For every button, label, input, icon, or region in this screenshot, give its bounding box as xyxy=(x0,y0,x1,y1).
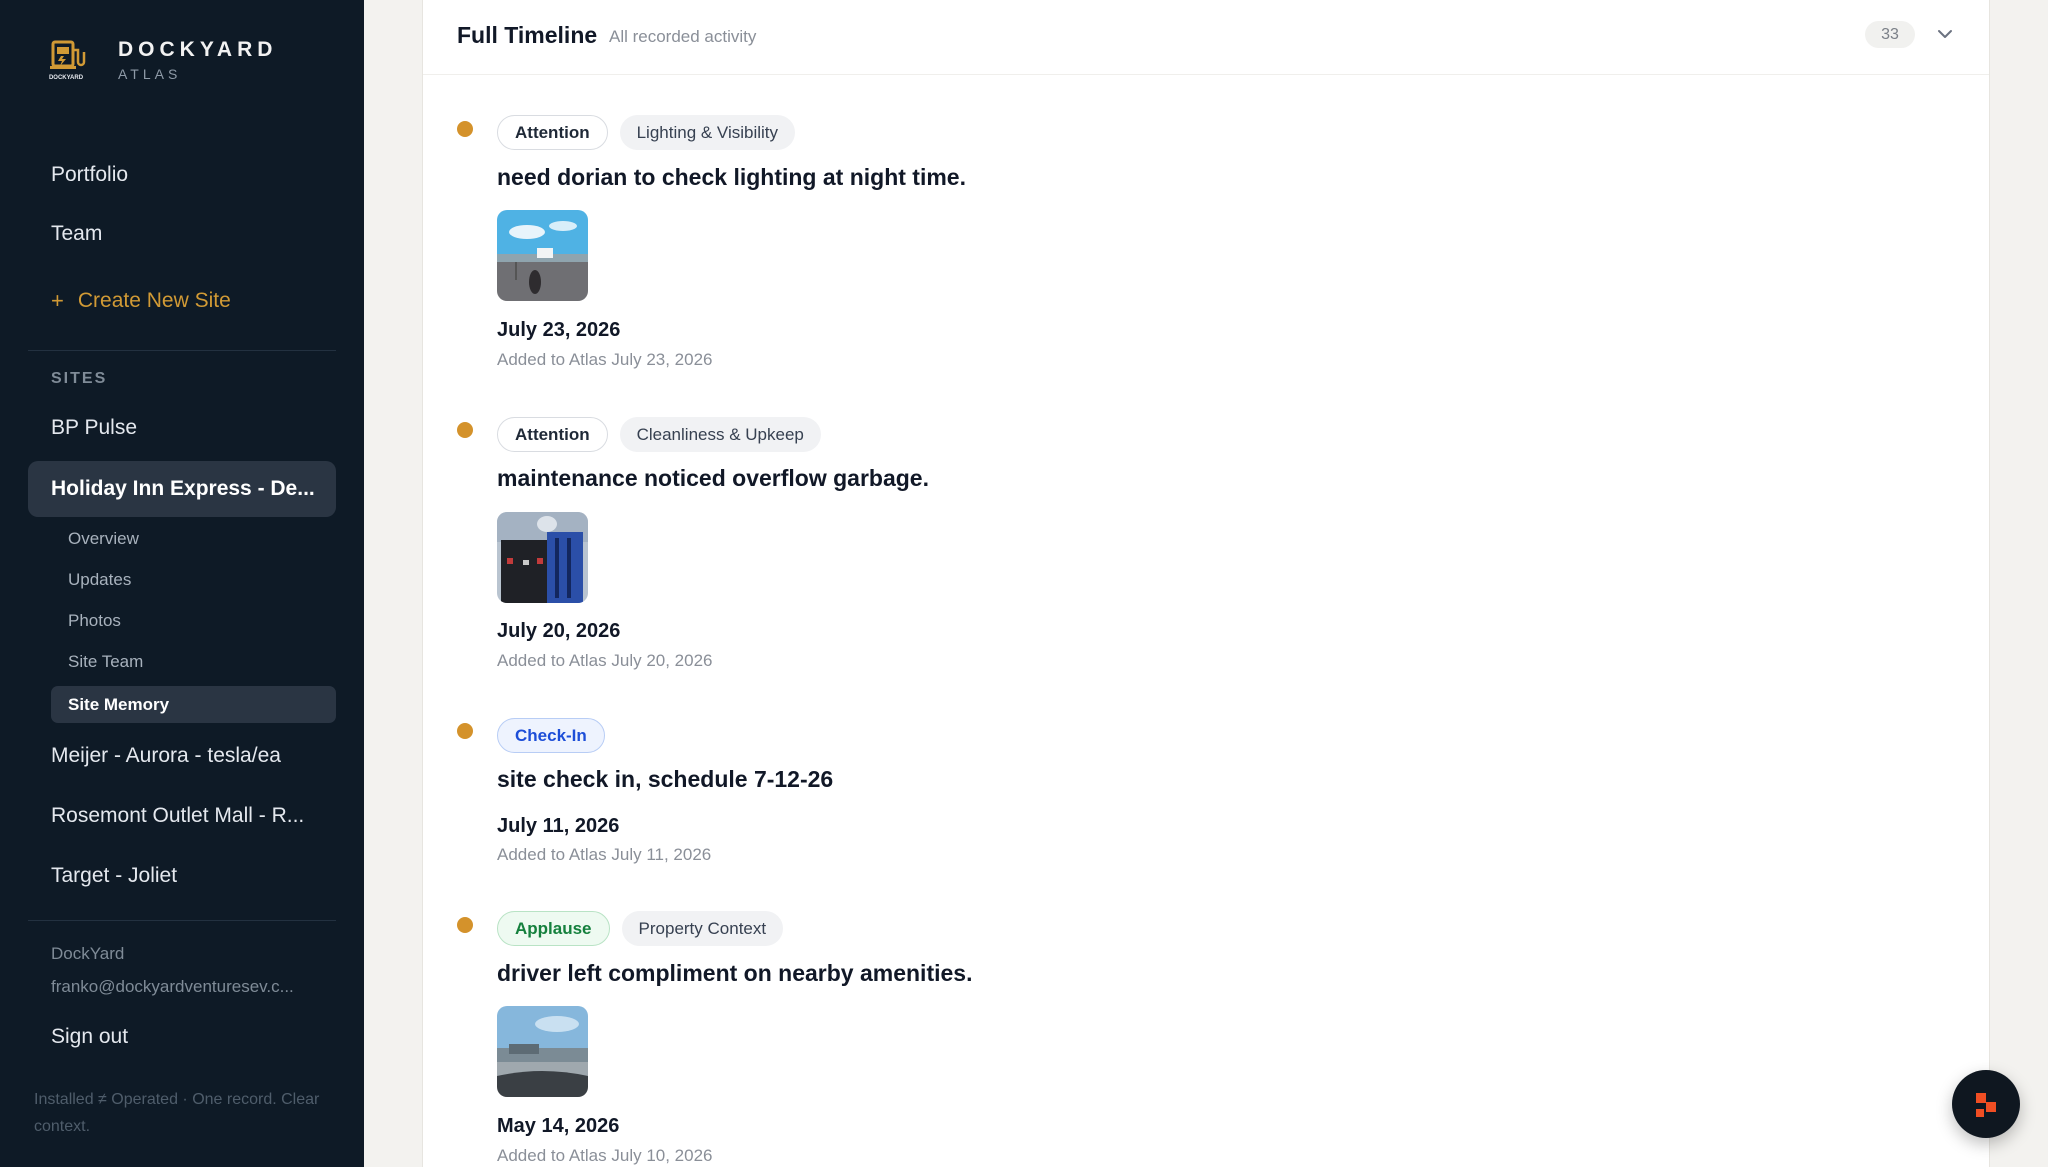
assistant-button[interactable] xyxy=(1952,1070,2020,1138)
dockyard-logo-icon: DOCKYARD xyxy=(44,38,88,82)
entry-added: Added to Atlas July 20, 2026 xyxy=(497,651,713,670)
windshield-view-photo[interactable] xyxy=(497,1006,588,1097)
subnav-overview[interactable]: Overview xyxy=(68,529,139,549)
sidebar-site-rosemont-outlet[interactable]: Rosemont Outlet Mall - R... xyxy=(51,804,304,828)
nav-team[interactable]: Team xyxy=(51,222,102,246)
sidebar: DOCKYARD DOCKYARD ATLAS Portfolio Team +… xyxy=(0,0,364,1167)
timeline-header[interactable]: Full Timeline All recorded activity 33 xyxy=(423,0,1989,75)
entry-title: need dorian to check lighting at night t… xyxy=(497,164,966,190)
category-tag: Property Context xyxy=(621,911,784,946)
sidebar-site-holiday-inn-express[interactable]: Holiday Inn Express - De... xyxy=(28,461,336,517)
status-dot xyxy=(457,121,473,137)
entry-date: July 20, 2026 xyxy=(497,620,621,642)
status-badge: Applause xyxy=(497,911,610,946)
subnav-updates[interactable]: Updates xyxy=(68,570,131,590)
category-tag: Lighting & Visibility xyxy=(619,115,796,150)
status-badge: Attention xyxy=(497,417,608,452)
entry-added: Added to Atlas July 11, 2026 xyxy=(497,845,712,864)
subnav-site-memory[interactable]: Site Memory xyxy=(51,686,336,723)
divider xyxy=(28,350,336,351)
subnav-site-team[interactable]: Site Team xyxy=(68,652,143,672)
sidebar-site-target-joliet[interactable]: Target - Joliet xyxy=(51,864,177,888)
parking-lot-photo[interactable] xyxy=(497,210,588,301)
entry-added: Added to Atlas July 23, 2026 xyxy=(497,350,713,369)
panel-subtitle: All recorded activity xyxy=(609,27,757,46)
brand-subtitle: ATLAS xyxy=(118,66,182,82)
entry-added: Added to Atlas July 10, 2026 xyxy=(497,1146,713,1165)
tagline: Installed ≠ Operated · One record. Clear… xyxy=(34,1091,320,1135)
entry-date: July 23, 2026 xyxy=(497,319,621,341)
plus-icon: + xyxy=(51,288,64,313)
status-badge: Attention xyxy=(497,115,608,150)
entry-date: July 11, 2026 xyxy=(497,815,620,837)
subnav-photos[interactable]: Photos xyxy=(68,611,121,631)
account-name: DockYard xyxy=(51,944,125,963)
chevron-down-icon[interactable] xyxy=(1935,24,1955,44)
entry-title: driver left compliment on nearby ameniti… xyxy=(497,960,973,986)
divider xyxy=(28,920,336,921)
nav-portfolio[interactable]: Portfolio xyxy=(51,163,128,187)
brand[interactable]: DOCKYARD DOCKYARD ATLAS xyxy=(44,38,277,82)
status-dot xyxy=(457,422,473,438)
panel-title: Full Timeline xyxy=(457,22,598,48)
create-new-site-button[interactable]: + Create New Site xyxy=(51,288,231,314)
status-badge: Check-In xyxy=(497,718,605,753)
entry-title: maintenance noticed overflow garbage. xyxy=(497,465,929,491)
status-dot xyxy=(457,917,473,933)
sites-section-label: SITES xyxy=(51,370,108,387)
timeline-panel: Full Timeline All recorded activity 33 A… xyxy=(422,0,1990,1167)
trash-bin-photo[interactable] xyxy=(497,512,588,603)
assistant-logo-icon xyxy=(1976,1093,1996,1117)
brand-name: DOCKYARD xyxy=(118,38,278,61)
account-email: franko@dockyardventuresev.c... xyxy=(51,977,294,996)
create-new-site-label: Create New Site xyxy=(77,289,231,312)
status-dot xyxy=(457,723,473,739)
sidebar-site-bp-pulse[interactable]: BP Pulse xyxy=(51,416,137,440)
svg-text:DOCKYARD: DOCKYARD xyxy=(49,75,84,81)
sign-out-button[interactable]: Sign out xyxy=(51,1025,128,1049)
count-badge: 33 xyxy=(1865,21,1915,48)
entry-title: site check in, schedule 7-12-26 xyxy=(497,766,834,792)
category-tag: Cleanliness & Upkeep xyxy=(619,417,821,452)
entry-date: May 14, 2026 xyxy=(497,1115,620,1137)
sidebar-site-meijer-aurora[interactable]: Meijer - Aurora - tesla/ea xyxy=(51,744,281,768)
